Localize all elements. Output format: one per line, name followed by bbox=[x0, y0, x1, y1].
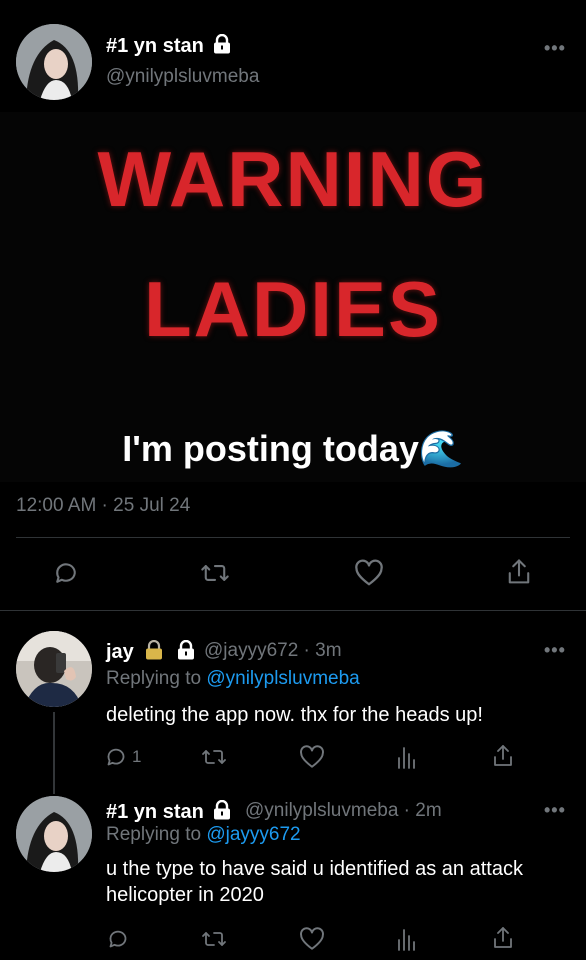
views-icon bbox=[398, 929, 415, 951]
media-text-line2: LADIES bbox=[143, 265, 443, 353]
like-button[interactable] bbox=[354, 559, 384, 587]
thread-connector bbox=[53, 712, 55, 794]
media-caption: I'm posting today🌊 bbox=[122, 428, 464, 469]
reply-icon bbox=[109, 930, 127, 948]
display-name[interactable]: #1 yn stan bbox=[106, 34, 231, 58]
reply-button[interactable] bbox=[106, 927, 130, 951]
lock-icon bbox=[214, 800, 231, 820]
display-name-text: jay bbox=[106, 641, 134, 663]
replying-to-link[interactable]: @ynilyplsluvmeba bbox=[206, 668, 359, 689]
avatar[interactable] bbox=[16, 631, 92, 707]
reply-icon bbox=[107, 748, 125, 766]
display-name-text: #1 yn stan bbox=[106, 801, 204, 823]
like-icon bbox=[300, 927, 324, 950]
more-options-icon[interactable]: ••• bbox=[544, 38, 566, 59]
like-button[interactable] bbox=[299, 927, 325, 951]
replying-to: Replying to @jayyy672 bbox=[106, 824, 301, 846]
retweet-button[interactable] bbox=[201, 745, 227, 769]
share-button[interactable] bbox=[506, 557, 532, 587]
retweet-button[interactable] bbox=[200, 559, 230, 587]
lock-icon bbox=[146, 640, 163, 660]
tweet-media-image[interactable]: WARNING LADIES I'm posting today🌊 bbox=[0, 112, 586, 482]
like-icon bbox=[355, 559, 383, 586]
lock-icon bbox=[177, 640, 194, 660]
media-text-line1: WARNING bbox=[97, 135, 489, 223]
handle[interactable]: @jayyy672 · 3m bbox=[204, 640, 342, 662]
retweet-icon bbox=[202, 932, 226, 946]
tweet-timestamp[interactable]: 12:00 AM · 25 Jul 24 bbox=[16, 495, 190, 517]
views-button[interactable] bbox=[396, 926, 418, 952]
display-name[interactable]: jay bbox=[106, 640, 195, 664]
share-button[interactable] bbox=[492, 925, 514, 951]
reply-button[interactable] bbox=[52, 559, 80, 587]
divider bbox=[16, 537, 570, 538]
like-icon bbox=[300, 745, 324, 768]
handle[interactable]: @ynilyplsluvmeba · 2m bbox=[245, 800, 442, 822]
retweet-button[interactable] bbox=[201, 927, 227, 951]
handle[interactable]: @ynilyplsluvmeba bbox=[106, 66, 259, 88]
replying-to-link[interactable]: @jayyy672 bbox=[206, 824, 300, 845]
reply-count: 1 bbox=[132, 747, 142, 766]
reply-text: deleting the app now. thx for the heads … bbox=[106, 704, 483, 726]
reply-button[interactable]: 1 bbox=[104, 745, 141, 769]
share-icon bbox=[508, 559, 530, 584]
retweet-icon bbox=[202, 750, 226, 764]
more-options-icon[interactable]: ••• bbox=[544, 800, 566, 821]
more-options-icon[interactable]: ••• bbox=[544, 640, 566, 661]
like-button[interactable] bbox=[299, 745, 325, 769]
display-name[interactable]: #1 yn stan bbox=[106, 800, 231, 824]
replying-to-label: Replying to bbox=[106, 824, 207, 845]
reply-icon bbox=[56, 563, 76, 583]
lock-icon bbox=[214, 34, 231, 54]
views-button[interactable] bbox=[396, 744, 418, 770]
divider bbox=[0, 610, 586, 611]
share-icon bbox=[494, 745, 512, 766]
replying-to: Replying to @ynilyplsluvmeba bbox=[106, 668, 360, 690]
reply-text: u the type to have said u identified as … bbox=[106, 858, 523, 906]
avatar[interactable] bbox=[16, 796, 92, 872]
replying-to-label: Replying to bbox=[106, 668, 207, 689]
retweet-icon bbox=[201, 565, 229, 581]
display-name-text: #1 yn stan bbox=[106, 35, 204, 57]
avatar[interactable] bbox=[16, 24, 92, 100]
share-icon bbox=[494, 927, 512, 948]
share-button[interactable] bbox=[492, 743, 514, 769]
views-icon bbox=[398, 747, 415, 769]
